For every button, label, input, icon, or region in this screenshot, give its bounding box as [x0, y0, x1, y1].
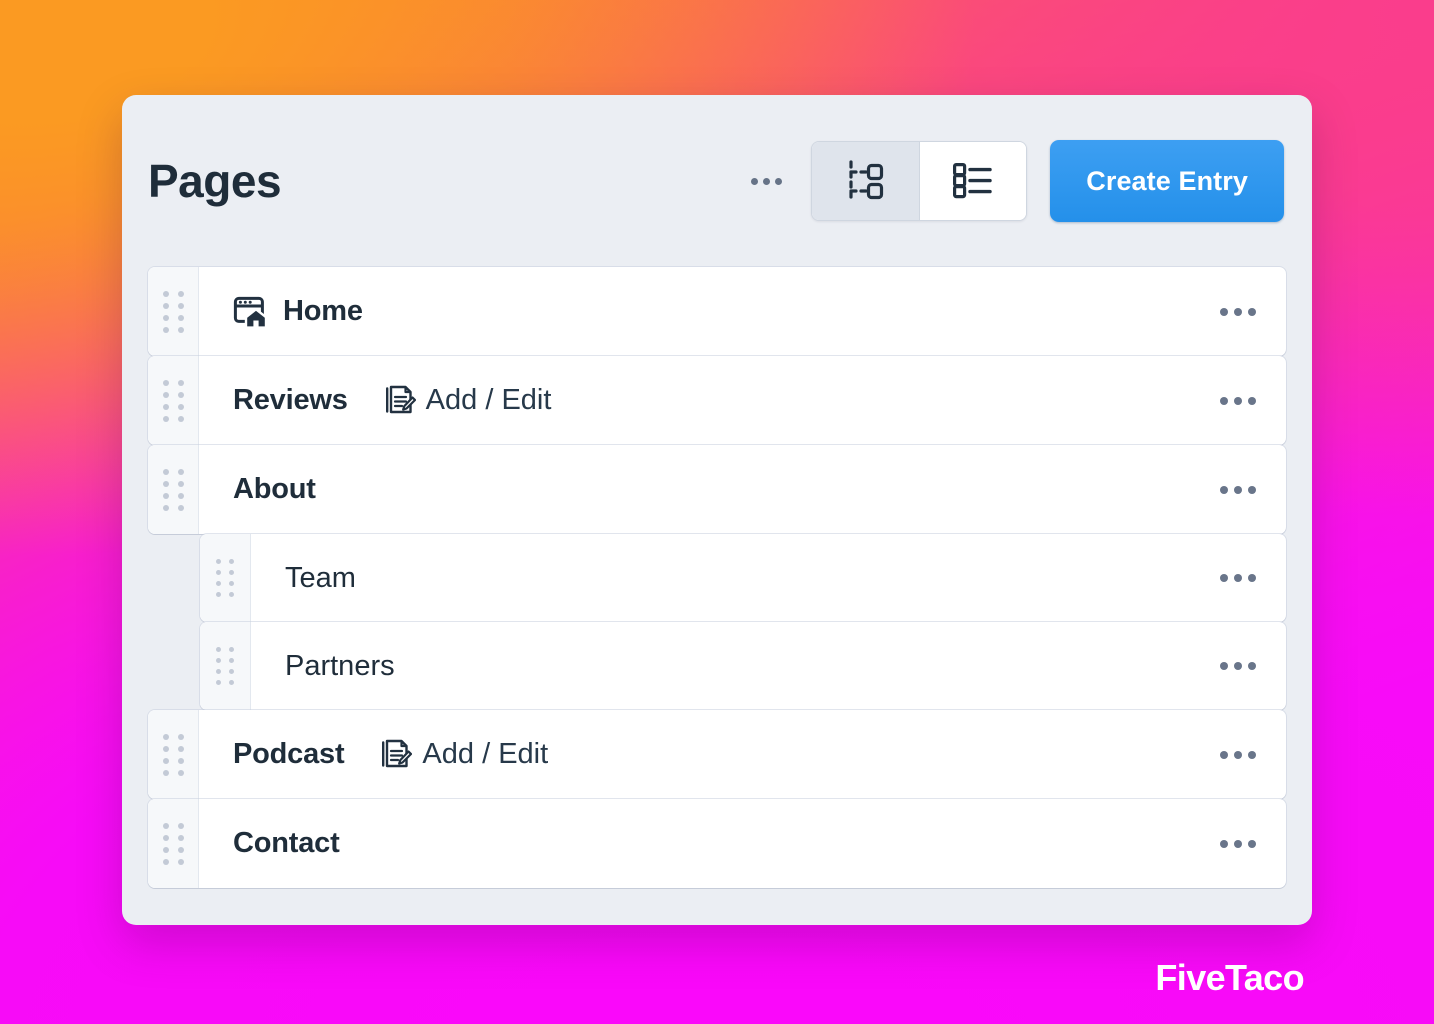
- row-label: Reviews: [233, 384, 348, 416]
- row-body: About: [199, 445, 1286, 534]
- table-row[interactable]: Podcast Add / Edit: [148, 710, 1286, 799]
- dots-grid: [162, 379, 184, 422]
- pages-app-card: Pages Create Entry Home Reviews Add / Ed…: [122, 95, 1312, 925]
- row-wrapper: Team: [148, 534, 1286, 622]
- header-actions: Create Entry: [745, 140, 1284, 222]
- table-row[interactable]: Contact: [148, 799, 1286, 888]
- drag-handle-icon[interactable]: [148, 799, 199, 888]
- dot: [775, 177, 783, 185]
- dots-grid: [162, 822, 184, 865]
- table-row[interactable]: Team: [200, 534, 1286, 622]
- row-body: Home: [199, 267, 1286, 356]
- row-overflow-menu-icon[interactable]: [1214, 652, 1262, 680]
- row-overflow-menu-icon[interactable]: [1214, 476, 1262, 504]
- table-row[interactable]: About: [148, 445, 1286, 534]
- drag-handle-icon[interactable]: [148, 267, 199, 356]
- row-label: About: [233, 473, 316, 505]
- dot: [751, 177, 759, 185]
- create-entry-button[interactable]: Create Entry: [1050, 140, 1284, 222]
- brand-logo: FiveTaco: [1155, 957, 1304, 998]
- row-label: Podcast: [233, 738, 345, 770]
- row-label: Home: [283, 295, 363, 327]
- drag-handle-icon[interactable]: [148, 356, 199, 445]
- row-label: Contact: [233, 827, 340, 859]
- dots-grid: [162, 290, 184, 333]
- dots-grid: [162, 733, 184, 776]
- add-edit-label: Add / Edit: [422, 738, 549, 770]
- drag-handle-icon[interactable]: [200, 534, 251, 622]
- dots-grid: [216, 559, 234, 597]
- row-overflow-menu-icon[interactable]: [1214, 387, 1262, 415]
- browser-home-icon: [233, 295, 268, 329]
- table-row[interactable]: Home: [148, 267, 1286, 356]
- add-edit-action[interactable]: Add / Edit: [384, 384, 552, 418]
- drag-handle-icon[interactable]: [200, 622, 251, 710]
- row-wrapper: Home: [148, 267, 1286, 356]
- dots-grid: [162, 468, 184, 511]
- card-header: Pages Create Entry: [122, 95, 1312, 267]
- row-wrapper: Podcast Add / Edit: [148, 710, 1286, 799]
- tab-list-view[interactable]: [919, 142, 1027, 220]
- dot: [763, 177, 771, 185]
- add-edit-action[interactable]: Add / Edit: [380, 738, 548, 772]
- row-label: Partners: [285, 649, 395, 682]
- row-wrapper: About: [148, 445, 1286, 534]
- row-body: Team: [251, 534, 1286, 622]
- table-row[interactable]: Reviews Add / Edit: [148, 356, 1286, 445]
- dots-grid: [216, 647, 234, 685]
- row-wrapper: Contact: [148, 799, 1286, 888]
- table-row[interactable]: Partners: [200, 622, 1286, 710]
- row-overflow-menu-icon[interactable]: [1214, 564, 1262, 592]
- row-body: Reviews Add / Edit: [199, 356, 1286, 445]
- view-mode-toggle[interactable]: [811, 141, 1028, 221]
- row-overflow-menu-icon[interactable]: [1214, 830, 1262, 858]
- row-body: Podcast Add / Edit: [199, 710, 1286, 799]
- tree-view-icon: [843, 159, 889, 204]
- header-overflow-menu-icon[interactable]: [745, 170, 788, 193]
- list-view-icon: [951, 160, 995, 203]
- drag-handle-icon[interactable]: [148, 445, 199, 534]
- row-wrapper: Partners: [148, 622, 1286, 710]
- pages-list: Home Reviews Add / Edit About Team Partn…: [122, 267, 1312, 888]
- row-body: Partners: [251, 622, 1286, 710]
- row-wrapper: Reviews Add / Edit: [148, 356, 1286, 445]
- tab-tree-view[interactable]: [812, 142, 920, 220]
- row-overflow-menu-icon[interactable]: [1214, 298, 1262, 326]
- row-label: Team: [285, 561, 356, 594]
- add-edit-label: Add / Edit: [425, 384, 552, 416]
- row-overflow-menu-icon[interactable]: [1214, 741, 1262, 769]
- document-edit-icon: [380, 738, 413, 772]
- row-body: Contact: [199, 799, 1286, 888]
- drag-handle-icon[interactable]: [148, 710, 199, 799]
- page-title: Pages: [148, 155, 282, 207]
- document-edit-icon: [384, 384, 416, 418]
